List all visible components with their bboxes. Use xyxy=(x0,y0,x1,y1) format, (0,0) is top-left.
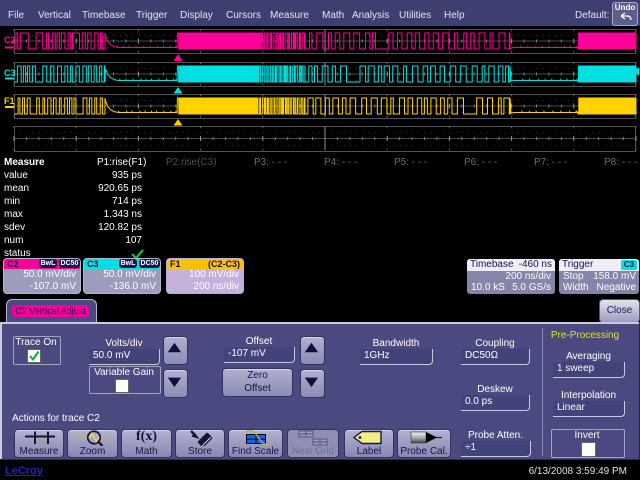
svg-text:F1: F1 xyxy=(4,96,15,106)
svg-text:C3: C3 xyxy=(4,68,16,78)
svg-text:C2: C2 xyxy=(4,35,16,45)
